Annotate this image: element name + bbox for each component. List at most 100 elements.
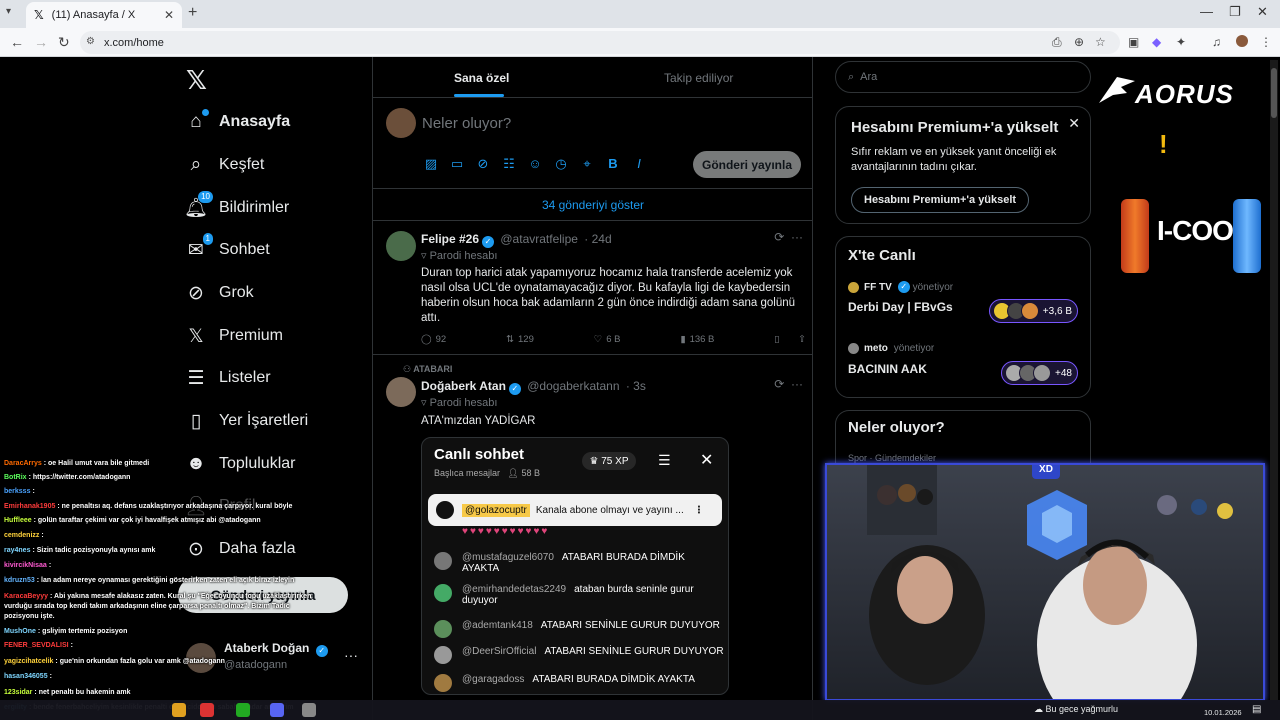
tweet-author[interactable]: Felipe #26 ✓ @atavratfelipe · 24d: [421, 232, 612, 248]
envelope-icon: ✉ 1: [185, 233, 213, 261]
url-field[interactable]: x.com/home: [80, 31, 1120, 54]
trend-category[interactable]: Spor · Gündemdekiler: [848, 453, 936, 463]
location-icon[interactable]: ⌖: [579, 156, 595, 172]
minimize-icon[interactable]: —: [1200, 4, 1213, 19]
chat-username: kivircikNisaa: [4, 562, 47, 569]
tweet-more-icon[interactable]: ⟳ ···: [774, 377, 803, 391]
zoom-icon[interactable]: ⊕: [1074, 35, 1084, 49]
repost-button[interactable]: ⇅ 129: [506, 334, 534, 345]
premium-upgrade-button[interactable]: Hesabını Premium+'a yükselt: [851, 187, 1030, 213]
discord-icon[interactable]: [270, 703, 284, 717]
nav-item-grok[interactable]: ⊘ Grok: [185, 278, 254, 308]
avatar[interactable]: [386, 231, 416, 261]
tweet-media-live-chat[interactable]: Canlı sohbet Başlıca mesajlar 👤︎ 58 B ♛ …: [421, 437, 729, 695]
nav-item-bookmark[interactable]: ▯ Yer İşaretleri: [185, 406, 308, 436]
scrollbar[interactable]: [1270, 60, 1278, 700]
close-icon[interactable]: ✕: [1068, 115, 1080, 132]
space-title[interactable]: Derbi Day | FBvGs: [848, 300, 953, 314]
app-icon[interactable]: [200, 703, 214, 717]
bookmark-star-icon[interactable]: ☆: [1095, 35, 1106, 49]
avatar: [434, 646, 452, 664]
media-icon[interactable]: ♫: [1212, 35, 1221, 49]
tab-following[interactable]: Takip ediliyor: [664, 71, 733, 85]
nav-item-label: Keşfet: [219, 156, 265, 173]
tweet-author[interactable]: Doğaberk Atan ✓ @dogaberkatann · 3s: [421, 379, 646, 395]
chat-username: @ademtank418: [462, 620, 533, 631]
grok-icon[interactable]: ⊘: [475, 156, 491, 172]
app-icon[interactable]: [302, 703, 316, 717]
verified-icon: ✓: [897, 281, 910, 293]
ai-extension-icon[interactable]: ◆: [1152, 35, 1161, 49]
composer-input[interactable]: Neler oluyor?: [422, 115, 511, 132]
avatar[interactable]: [386, 377, 416, 407]
site-info-icon[interactable]: ⚙: [86, 36, 95, 47]
verified-icon: ✓: [482, 236, 495, 248]
clock-date[interactable]: 10.01.2026: [1204, 708, 1242, 717]
account-more-icon[interactable]: ···: [344, 647, 358, 663]
chat-text: :: [32, 488, 35, 495]
nav-item-search[interactable]: ⌕ Keşfet: [185, 150, 265, 180]
tweet[interactable]: ⚇ ATABARI Doğaberk Atan ✓ @dogaberkatann …: [373, 355, 813, 720]
puzzle-icon[interactable]: ✦: [1176, 35, 1186, 49]
menu-kebab-icon[interactable]: ⋮: [1260, 35, 1272, 49]
stream-chat-line: kdruzn53: lan adam nereye oynaması gerek…: [4, 577, 294, 584]
notification-icon[interactable]: ▤: [1252, 704, 1261, 715]
nav-item-list[interactable]: ☰ Listeler: [185, 363, 270, 393]
browser-tab[interactable]: 𝕏 (11) Anasayfa / X ✕: [26, 2, 182, 28]
chat-text: :: [70, 642, 73, 649]
back-icon[interactable]: ←: [10, 34, 24, 50]
image-icon[interactable]: ▨: [423, 156, 439, 172]
reply-button[interactable]: ◯ 92: [421, 334, 446, 345]
poll-icon[interactable]: ☷: [501, 156, 517, 172]
italic-icon[interactable]: I: [631, 156, 647, 172]
nav-item-envelope[interactable]: ✉ 1 Sohbet: [185, 233, 270, 265]
file-explorer-icon[interactable]: [172, 703, 186, 717]
drink-can-graphic: [1233, 199, 1261, 273]
nav-item-label: Grok: [219, 284, 254, 301]
space-listeners-pill[interactable]: +48: [1001, 361, 1078, 385]
chat-username: yagizcihatcelik: [4, 658, 54, 665]
chat-text: ATABARI SENİNLE GURUR DUYUYOR: [544, 646, 724, 657]
nav-item-home[interactable]: ⌂ Anasayfa: [185, 107, 290, 137]
x-logo-icon[interactable]: 𝕏: [186, 65, 207, 96]
tab-close-icon[interactable]: ✕: [164, 8, 174, 22]
whatsapp-icon[interactable]: [236, 703, 250, 717]
tweet-more-icon[interactable]: ⟳ ···: [774, 230, 803, 244]
search-input[interactable]: ⌕ Ara: [835, 61, 1091, 93]
tweet[interactable]: Felipe #26 ✓ @atavratfelipe · 24d ⟳ ··· ▿…: [373, 221, 813, 355]
window-close-icon[interactable]: ✕: [1257, 4, 1268, 20]
share-icon[interactable]: ⇪: [798, 334, 806, 345]
extension-icon[interactable]: ▣: [1128, 35, 1139, 49]
chat-username: MushOne: [4, 628, 36, 635]
space-listeners-pill[interactable]: +3,6 B: [988, 299, 1078, 323]
chat-username: Emirhanak1905: [4, 503, 56, 510]
weather-widget[interactable]: ☁ Bu gece yağmurlu: [1034, 704, 1118, 715]
reload-icon[interactable]: ↻: [58, 34, 70, 51]
tab-for-you[interactable]: Sana özel: [454, 71, 509, 85]
nav-item-bell[interactable]: 🔔︎ 10 Bildirimler: [184, 191, 289, 223]
chat-text: : net penaltı bu hakemin amk: [34, 689, 131, 696]
views-button[interactable]: ▮ 136 B: [680, 334, 714, 345]
nav-item-x-premium[interactable]: 𝕏 Premium: [185, 321, 283, 351]
new-tab-button[interactable]: +: [188, 4, 197, 22]
composer-post-button[interactable]: Gönderi yayınla: [693, 151, 801, 178]
bookmark-icon[interactable]: ▯: [774, 334, 779, 345]
gif-icon[interactable]: ▭: [449, 156, 465, 172]
timeline: Sana özel Takip ediliyor Neler oluyor? ▨…: [372, 57, 813, 720]
like-button[interactable]: ♡ 6 B: [594, 334, 621, 345]
restore-icon[interactable]: ❐: [1229, 4, 1241, 20]
schedule-icon[interactable]: ◷: [553, 156, 569, 172]
home-icon: ⌂: [185, 109, 209, 133]
emoji-icon[interactable]: ☺: [527, 156, 543, 172]
show-new-posts-button[interactable]: 34 gönderiyi göster: [373, 189, 813, 221]
forward-icon[interactable]: →: [34, 34, 48, 50]
live-chat-title: Canlı sohbet: [434, 446, 525, 463]
install-app-icon[interactable]: ⎙: [1052, 35, 1062, 50]
live-chat-message: @garagadoss ATABARI BURADA DİMDİK AYAKTA: [434, 674, 724, 692]
avatar: [434, 620, 452, 638]
tab-search-icon[interactable]: ▾: [6, 6, 11, 17]
profile-avatar[interactable]: [1236, 35, 1248, 47]
bold-icon[interactable]: B: [605, 156, 621, 172]
space-title[interactable]: BACININ AAK: [848, 362, 927, 376]
scrollbar-thumb[interactable]: [1271, 68, 1277, 118]
